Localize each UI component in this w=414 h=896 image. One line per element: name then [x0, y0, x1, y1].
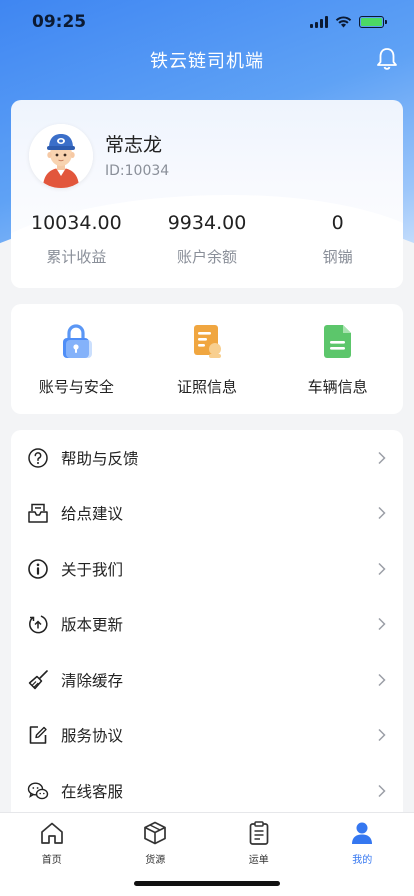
shortcut-license-info[interactable]: 证照信息 [142, 304, 273, 414]
tab-home[interactable]: 首页 [0, 813, 104, 896]
broom-icon [27, 669, 49, 691]
shortcut-label: 证照信息 [177, 378, 238, 396]
stat-value: 10034.00 [31, 212, 122, 234]
menu-label: 关于我们 [61, 560, 124, 579]
stat-label: 钢镚 [322, 248, 353, 266]
lock-icon [63, 324, 93, 358]
clipboard-icon [249, 821, 269, 845]
menu-item-version-update[interactable]: 版本更新 [11, 597, 403, 653]
menu-item-about-us[interactable]: 关于我们 [11, 541, 403, 597]
shortcut-vehicle-info[interactable]: 车辆信息 [272, 304, 403, 414]
shortcut-label: 车辆信息 [307, 378, 368, 396]
update-icon [27, 613, 49, 635]
suggestion-icon [27, 502, 49, 524]
info-icon [27, 558, 49, 580]
avatar[interactable] [29, 124, 93, 188]
user-icon [352, 822, 373, 844]
bell-icon[interactable] [374, 46, 400, 72]
shortcut-account-security[interactable]: 账号与安全 [11, 304, 142, 414]
wifi-icon [335, 16, 352, 28]
user-name: 常志龙 [105, 134, 163, 156]
driver-avatar-icon [29, 124, 93, 188]
tab-label: 运单 [248, 855, 269, 866]
stat-total-earnings[interactable]: 10034.00 累计收益 [11, 212, 142, 267]
stat-account-balance[interactable]: 9934.00 账户余额 [142, 212, 273, 267]
chevron-right-icon [378, 507, 386, 520]
tab-mine[interactable]: 我的 [311, 813, 414, 896]
battery-icon [359, 16, 387, 28]
chevron-right-icon [378, 673, 386, 686]
shortcut-label: 账号与安全 [38, 378, 114, 396]
menu-label: 服务协议 [61, 727, 124, 746]
nav-bar: 铁云链司机端 [0, 44, 414, 76]
stat-label: 账户余额 [177, 248, 238, 266]
page-title: 铁云链司机端 [150, 51, 264, 72]
edit-doc-icon [27, 724, 49, 746]
chevron-right-icon [378, 451, 386, 464]
menu-list: 帮助与反馈 给点建议 关于我们 版本更新 清除缓存 服务协议 在线客服 [11, 430, 403, 830]
shortcut-card: 账号与安全 证照信息 车辆信息 [11, 304, 403, 414]
menu-item-suggestion[interactable]: 给点建议 [11, 486, 403, 542]
stat-coins[interactable]: 0 钢镚 [272, 212, 403, 267]
chevron-right-icon [378, 729, 386, 742]
menu-label: 清除缓存 [61, 671, 124, 690]
menu-label: 帮助与反馈 [61, 449, 139, 468]
stat-value: 9934.00 [167, 212, 247, 234]
status-time: 09:25 [32, 12, 87, 32]
status-icons [310, 16, 387, 28]
status-bar: 09:25 [0, 0, 414, 44]
stats-row: 10034.00 累计收益 9934.00 账户余额 0 钢镚 [11, 212, 403, 267]
chevron-right-icon [378, 562, 386, 575]
document-icon [323, 325, 351, 358]
stat-value: 0 [331, 212, 344, 234]
tab-label: 货源 [145, 855, 166, 866]
tab-label: 首页 [41, 855, 62, 866]
signal-icon [310, 16, 328, 28]
home-icon [40, 822, 63, 844]
menu-label: 给点建议 [61, 505, 124, 524]
license-icon [194, 325, 221, 358]
help-icon [27, 447, 49, 469]
menu-item-service-agreement[interactable]: 服务协议 [11, 708, 403, 764]
chevron-right-icon [378, 784, 386, 797]
menu-item-clear-cache[interactable]: 清除缓存 [11, 652, 403, 708]
menu-label: 在线客服 [61, 782, 124, 801]
tab-label: 我的 [352, 855, 373, 866]
menu-label: 版本更新 [61, 616, 124, 635]
profile-card[interactable]: 常志龙 ID:10034 10034.00 累计收益 9934.00 账户余额 … [11, 100, 403, 288]
home-indicator [134, 881, 280, 886]
chat-icon [27, 780, 49, 802]
stat-label: 累计收益 [46, 248, 107, 266]
menu-item-help-feedback[interactable]: 帮助与反馈 [11, 430, 403, 486]
user-id: ID:10034 [105, 163, 170, 179]
chevron-right-icon [378, 618, 386, 631]
box-icon [144, 821, 167, 845]
menu-item-online-service[interactable]: 在线客服 [11, 763, 403, 819]
